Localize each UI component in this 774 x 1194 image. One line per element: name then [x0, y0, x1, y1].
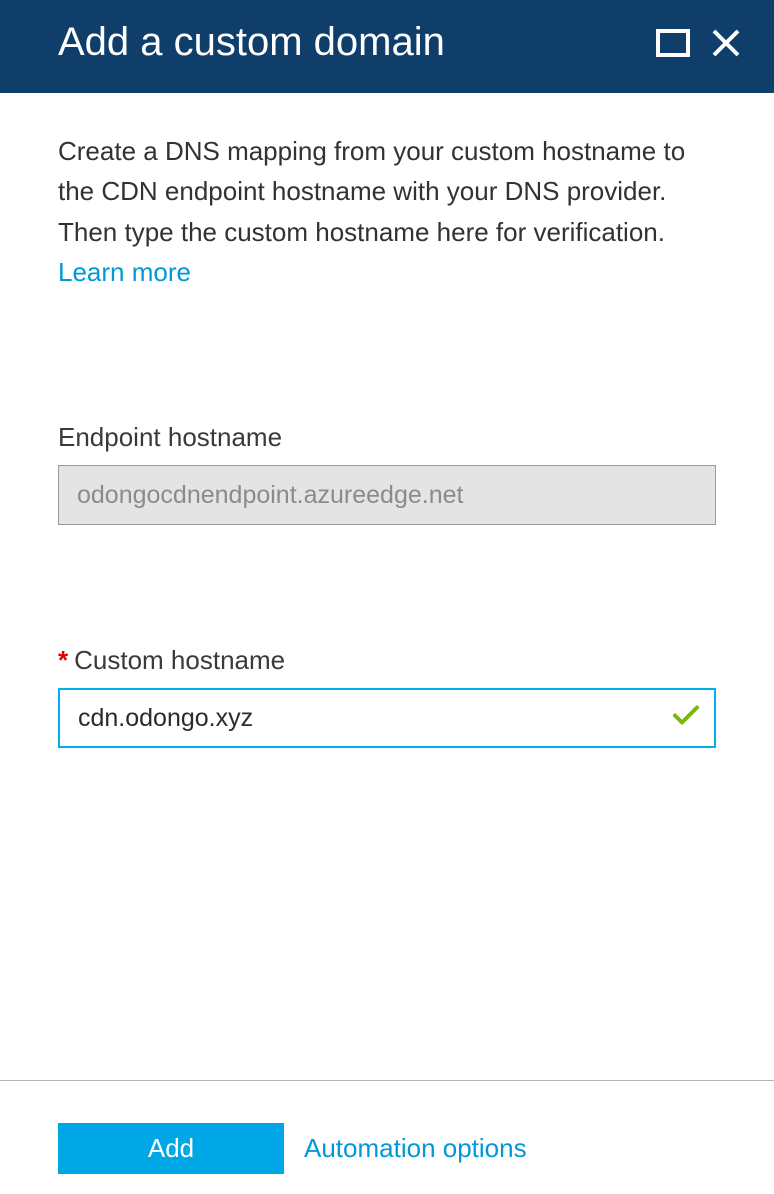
required-asterisk: * — [58, 645, 68, 676]
custom-hostname-label: * Custom hostname — [58, 645, 716, 676]
description-text: Create a DNS mapping from your custom ho… — [58, 131, 716, 292]
endpoint-hostname-field: Endpoint hostname — [58, 422, 716, 525]
panel-title: Add a custom domain — [58, 20, 656, 65]
learn-more-link[interactable]: Learn more — [58, 257, 191, 287]
endpoint-hostname-input — [58, 465, 716, 525]
description-body: Create a DNS mapping from your custom ho… — [58, 136, 685, 247]
checkmark-icon — [672, 705, 700, 732]
panel-footer: Add Automation options — [0, 1080, 774, 1194]
custom-hostname-input-wrapper — [58, 688, 716, 748]
custom-hostname-label-text: Custom hostname — [74, 645, 285, 676]
panel-content: Create a DNS mapping from your custom ho… — [0, 93, 774, 1080]
panel-header: Add a custom domain — [0, 0, 774, 93]
endpoint-hostname-label: Endpoint hostname — [58, 422, 716, 453]
custom-hostname-input[interactable] — [58, 688, 716, 748]
add-button[interactable]: Add — [58, 1123, 284, 1174]
maximize-icon[interactable] — [656, 29, 690, 57]
close-icon[interactable] — [710, 27, 742, 59]
custom-hostname-field: * Custom hostname — [58, 645, 716, 748]
header-actions — [656, 27, 742, 59]
automation-options-link[interactable]: Automation options — [304, 1133, 527, 1164]
